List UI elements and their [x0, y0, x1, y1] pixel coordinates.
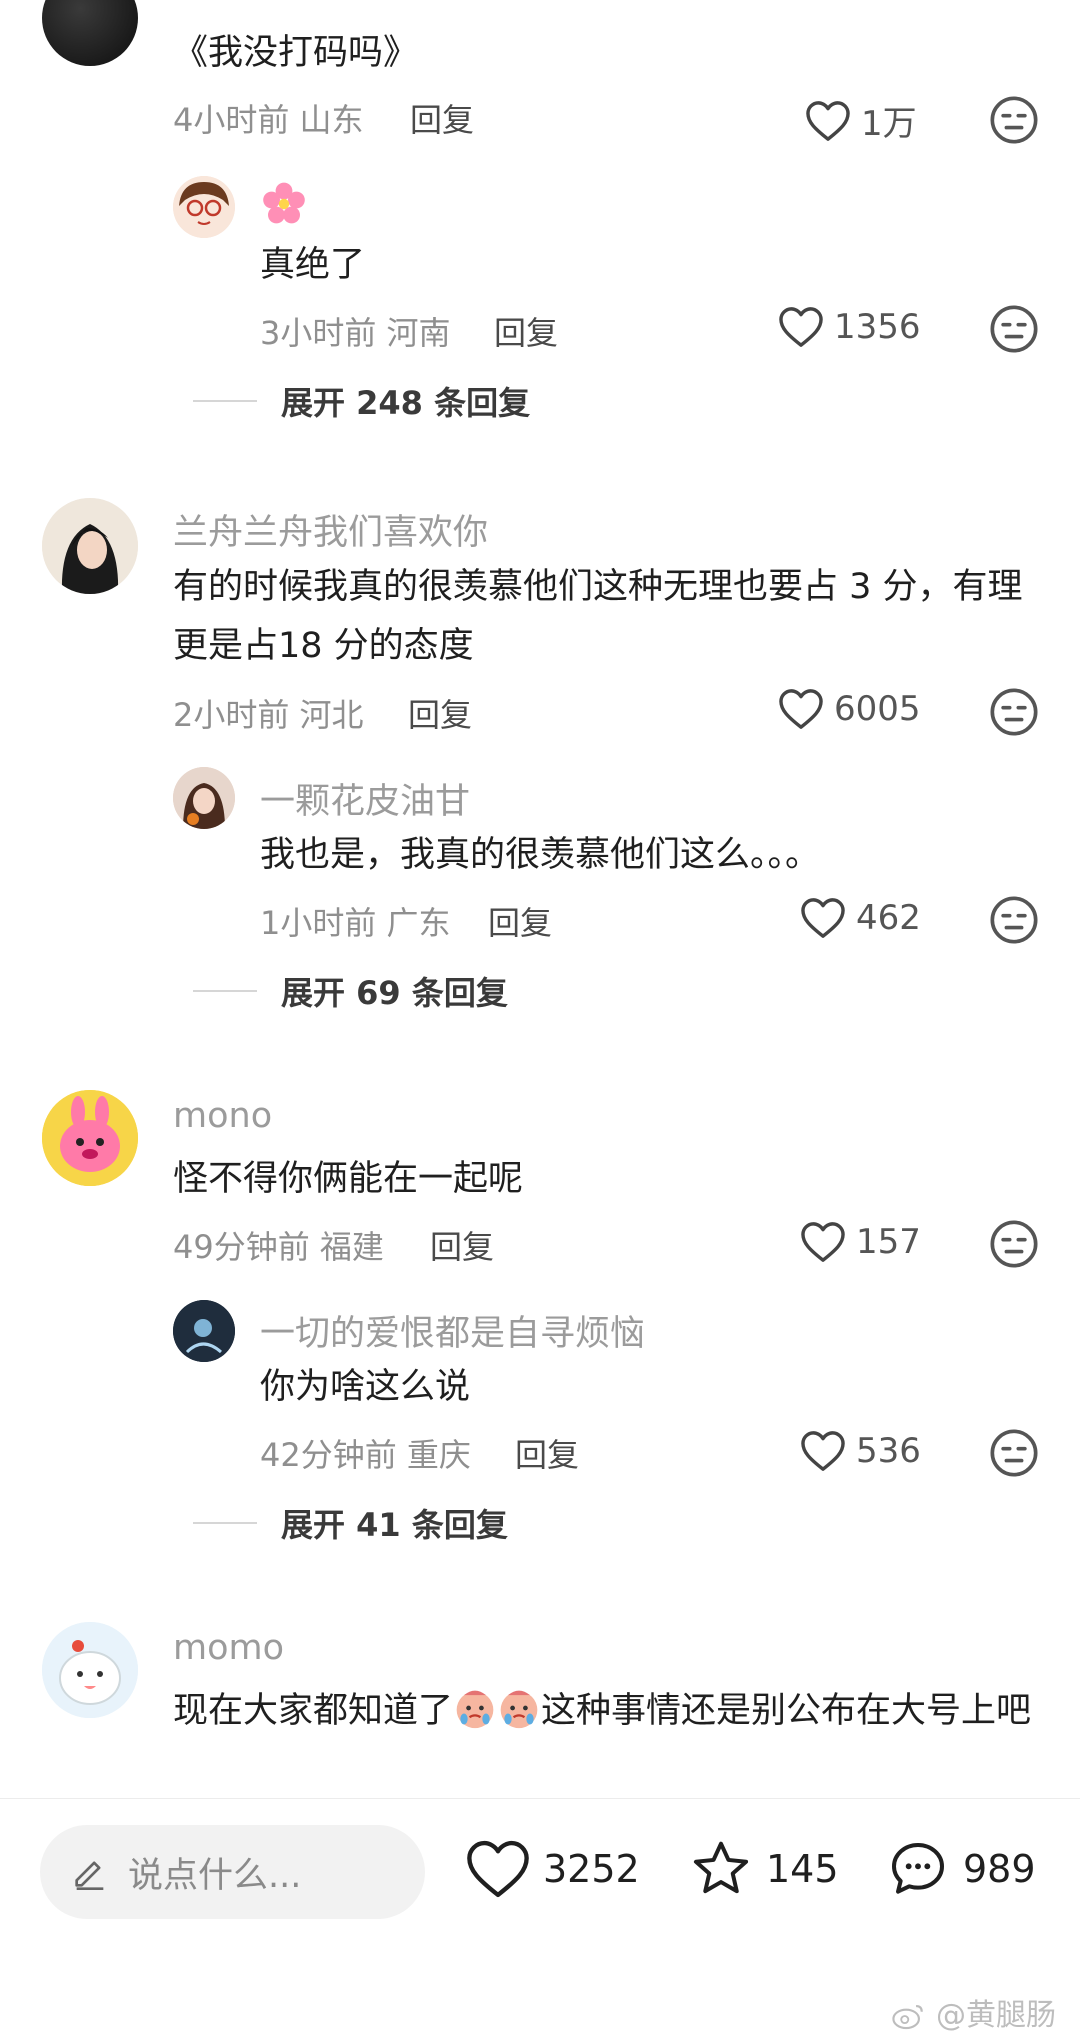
comment-text: 有的时候我真的很羡慕他们这种无理也要占 3 分，有理更是占18 分的态度	[173, 567, 1023, 666]
dislike-face-icon[interactable]	[988, 94, 1040, 146]
like-button[interactable]: 462	[800, 897, 921, 939]
comment-time: 49分钟前 福建	[173, 1228, 384, 1266]
star-icon	[693, 1841, 749, 1894]
like-button[interactable]: 157	[800, 1221, 921, 1263]
heart-icon	[806, 100, 850, 141]
dislike-face-icon[interactable]	[988, 686, 1040, 738]
expand-replies-button[interactable]: 展开 248 条回复	[193, 378, 530, 424]
reply-avatar[interactable]	[173, 767, 235, 829]
reply-name[interactable]: 一切的爱恨都是自寻烦恼	[260, 1305, 645, 1356]
portrait-icon	[173, 767, 235, 829]
reply-button[interactable]: 回复	[494, 308, 558, 354]
reply-text: 我也是，我真的很羡慕他们这么。。。	[260, 835, 821, 875]
expand-replies-button[interactable]: 展开 69 条回复	[193, 968, 508, 1014]
reply-button[interactable]: 回复	[488, 898, 552, 944]
like-button[interactable]: 1356	[778, 306, 921, 348]
heart-icon	[801, 1222, 845, 1262]
avatar[interactable]	[42, 0, 138, 66]
comments-button[interactable]: 989	[885, 1837, 1036, 1901]
divider	[193, 400, 257, 402]
reply-text: 真绝了	[260, 245, 366, 285]
pencil-icon	[75, 1861, 104, 1890]
cartoon-girl-icon	[173, 176, 235, 238]
comment-text: 现在大家都知道了 这种事情还是别公布在大号上吧	[173, 1682, 1043, 1741]
comment-text: 《我没打码吗》	[173, 33, 419, 73]
commenter-name[interactable]: mono	[173, 1096, 272, 1136]
post-like-count: 3252	[543, 1847, 640, 1891]
crying-face-sticker-icon	[500, 1690, 538, 1729]
like-count: 1万	[861, 104, 917, 144]
heart-icon	[467, 1840, 529, 1898]
dislike-face-icon[interactable]	[988, 894, 1040, 946]
reply-avatar[interactable]	[173, 176, 235, 238]
like-button[interactable]: 536	[800, 1430, 921, 1472]
reply-time: 1小时前 广东	[260, 904, 451, 942]
post-like-button[interactable]: 3252	[465, 1839, 640, 1899]
commenter-name[interactable]: momo	[173, 1628, 284, 1668]
like-button[interactable]: 1万	[805, 96, 917, 145]
portrait-icon	[42, 498, 138, 594]
reply-name[interactable]: 一颗花皮油甘	[260, 773, 470, 824]
watermark: @黄腿肠	[892, 1990, 1056, 2034]
comment-text: 怪不得你俩能在一起呢	[173, 1159, 524, 1199]
weibo-logo-icon	[892, 2005, 924, 2030]
avatar[interactable]	[42, 1622, 138, 1718]
blossom-badge-icon	[263, 182, 305, 224]
dislike-face-icon[interactable]	[988, 1427, 1040, 1479]
divider	[193, 990, 257, 992]
avatar[interactable]	[42, 498, 138, 594]
comment-count: 989	[963, 1847, 1036, 1891]
heart-icon	[801, 1431, 845, 1471]
avatar[interactable]	[42, 1090, 138, 1186]
like-count: 536	[856, 1431, 921, 1471]
reply-button[interactable]: 回复	[408, 690, 472, 736]
comment-time: 2小时前 河北	[173, 696, 364, 734]
like-count: 157	[856, 1222, 921, 1262]
heart-icon	[801, 898, 845, 938]
like-button[interactable]: 6005	[778, 688, 921, 730]
heart-icon	[779, 307, 823, 347]
commenter-name[interactable]: 兰舟兰舟我们喜欢你	[173, 504, 488, 555]
bottom-action-bar: 说点什么... 3252 145 989	[0, 1798, 1080, 1939]
like-count: 1356	[834, 307, 921, 347]
reply-button[interactable]: 回复	[515, 1430, 579, 1476]
pink-bunny-icon	[42, 1090, 138, 1186]
reply-time: 3小时前 河南	[260, 314, 451, 352]
heart-icon	[779, 689, 823, 729]
divider	[193, 1522, 257, 1524]
like-count: 462	[856, 898, 921, 938]
reply-button[interactable]: 回复	[430, 1222, 494, 1268]
dark-photo-icon	[173, 1300, 235, 1362]
reply-text: 你为啥这么说	[260, 1367, 471, 1407]
chat-bubble-icon	[892, 1843, 944, 1894]
favorite-button[interactable]: 145	[688, 1837, 839, 1901]
reply-time: 42分钟前 重庆	[260, 1436, 471, 1474]
like-count: 6005	[834, 689, 921, 729]
white-cat-icon	[42, 1622, 138, 1718]
comment-time: 4小时前 山东	[173, 101, 364, 139]
dislike-face-icon[interactable]	[988, 1218, 1040, 1270]
dislike-face-icon[interactable]	[988, 303, 1040, 355]
crying-face-sticker-icon	[456, 1690, 494, 1729]
reply-button[interactable]: 回复	[410, 95, 474, 141]
comment-input[interactable]: 说点什么...	[40, 1825, 425, 1919]
comment-input-placeholder: 说点什么...	[128, 1855, 302, 1896]
expand-replies-button[interactable]: 展开 41 条回复	[193, 1500, 508, 1546]
favorite-count: 145	[766, 1847, 839, 1891]
reply-avatar[interactable]	[173, 1300, 235, 1362]
